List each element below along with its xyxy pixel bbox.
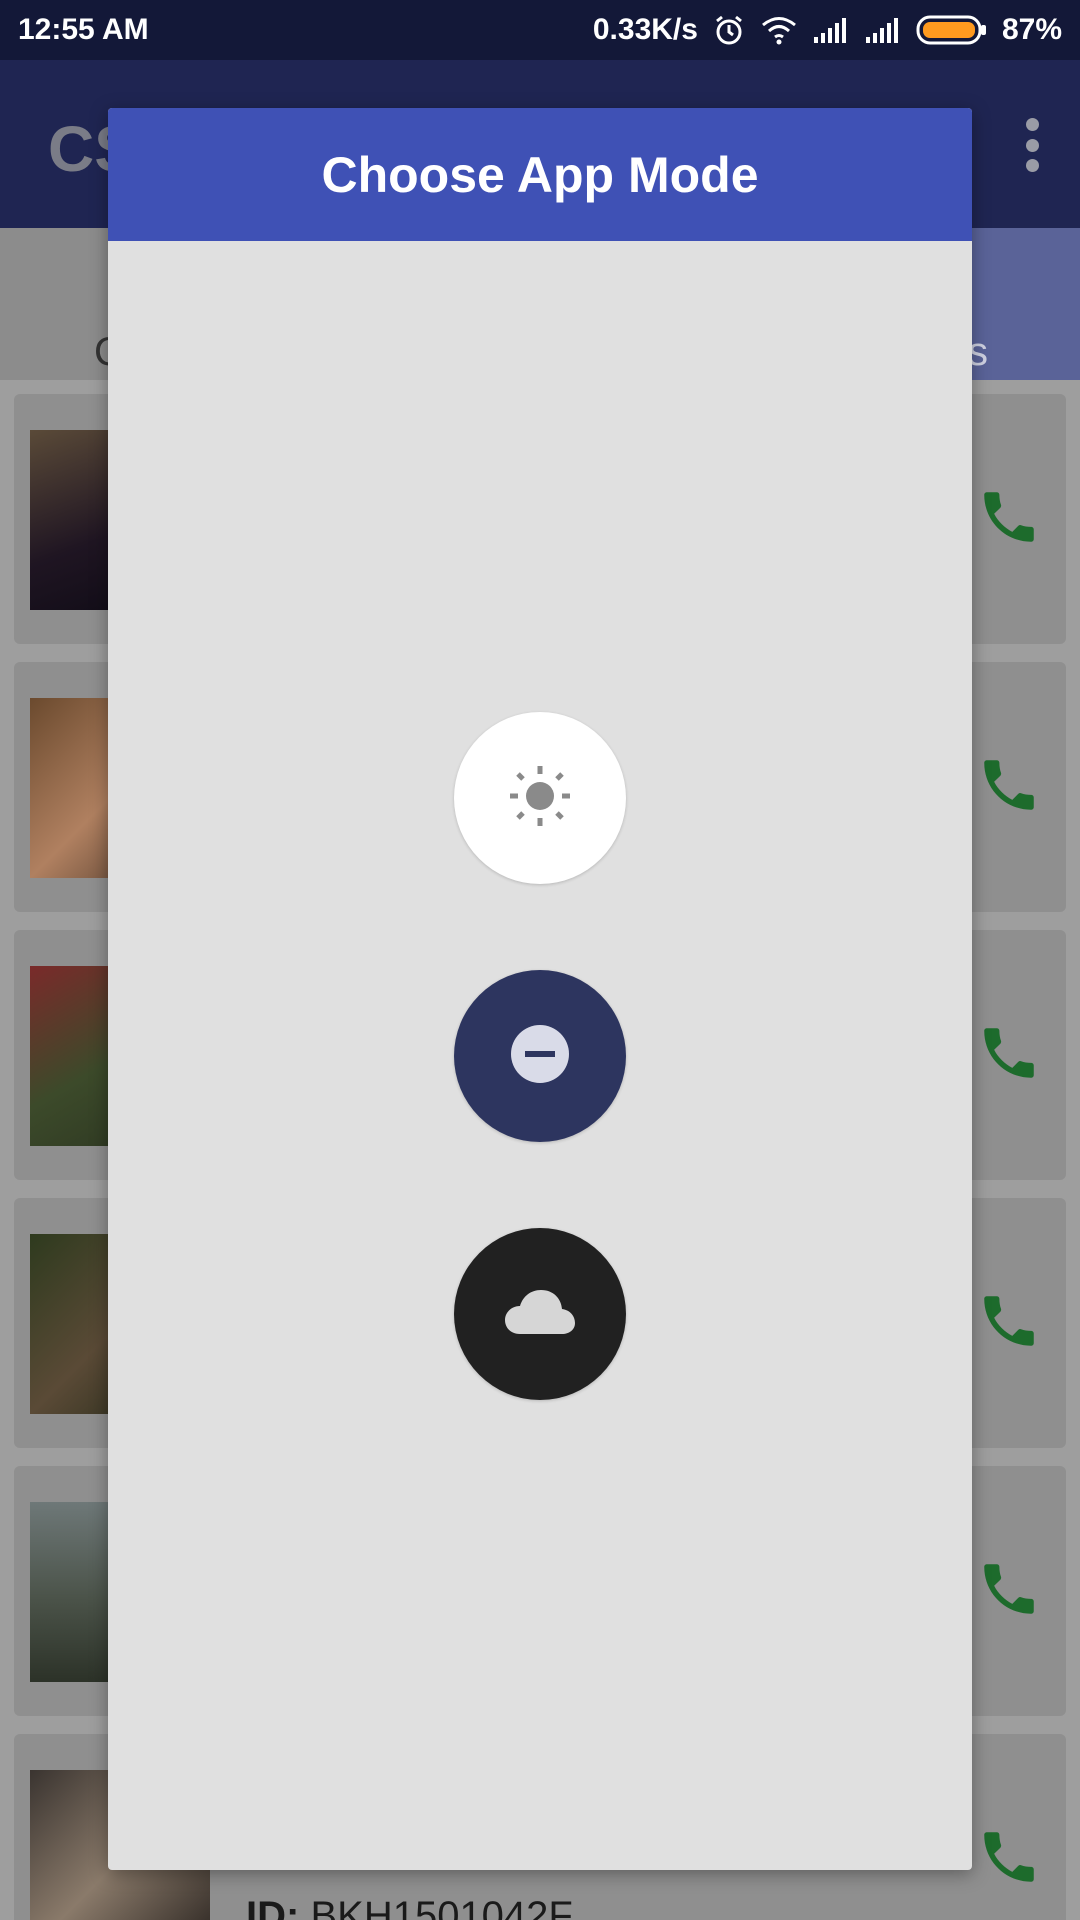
battery-percent: 87% [1001, 13, 1062, 46]
alarm-icon [712, 13, 746, 47]
signal-icon [812, 17, 850, 43]
dark-mode-button[interactable] [454, 1228, 626, 1400]
wifi-icon [760, 15, 798, 45]
overflow-menu-icon[interactable] [1026, 118, 1040, 172]
network-speed: 0.33K/s [592, 13, 698, 46]
contact-id-label: ID: [246, 1894, 300, 1920]
phone-icon[interactable] [976, 1020, 1042, 1091]
signal-icon [864, 17, 902, 43]
dialog-header: Choose App Mode [108, 108, 972, 241]
phone-icon[interactable] [976, 1824, 1042, 1895]
battery-icon [916, 15, 988, 45]
cloud-icon [504, 1288, 576, 1341]
phone-icon[interactable] [976, 1556, 1042, 1627]
phone-icon[interactable] [976, 1288, 1042, 1359]
status-indicators: 0.33K/s 87% [593, 13, 1062, 47]
contact-id: ID: BKH1501042F [246, 1894, 573, 1920]
status-bar: 12:55 AM 0.33K/s 87% [0, 0, 1080, 60]
app-mode-dialog: Choose App Mode [108, 108, 972, 1870]
phone-icon[interactable] [976, 484, 1042, 555]
minus-circle-icon [510, 1024, 570, 1089]
phone-icon[interactable] [976, 752, 1042, 823]
contact-id-value: BKH1501042F [310, 1894, 573, 1920]
light-mode-button[interactable] [454, 712, 626, 884]
do-not-disturb-mode-button[interactable] [454, 970, 626, 1142]
status-time: 12:55 AM [18, 13, 149, 46]
dialog-title: Choose App Mode [321, 146, 759, 203]
sun-icon [508, 764, 572, 833]
